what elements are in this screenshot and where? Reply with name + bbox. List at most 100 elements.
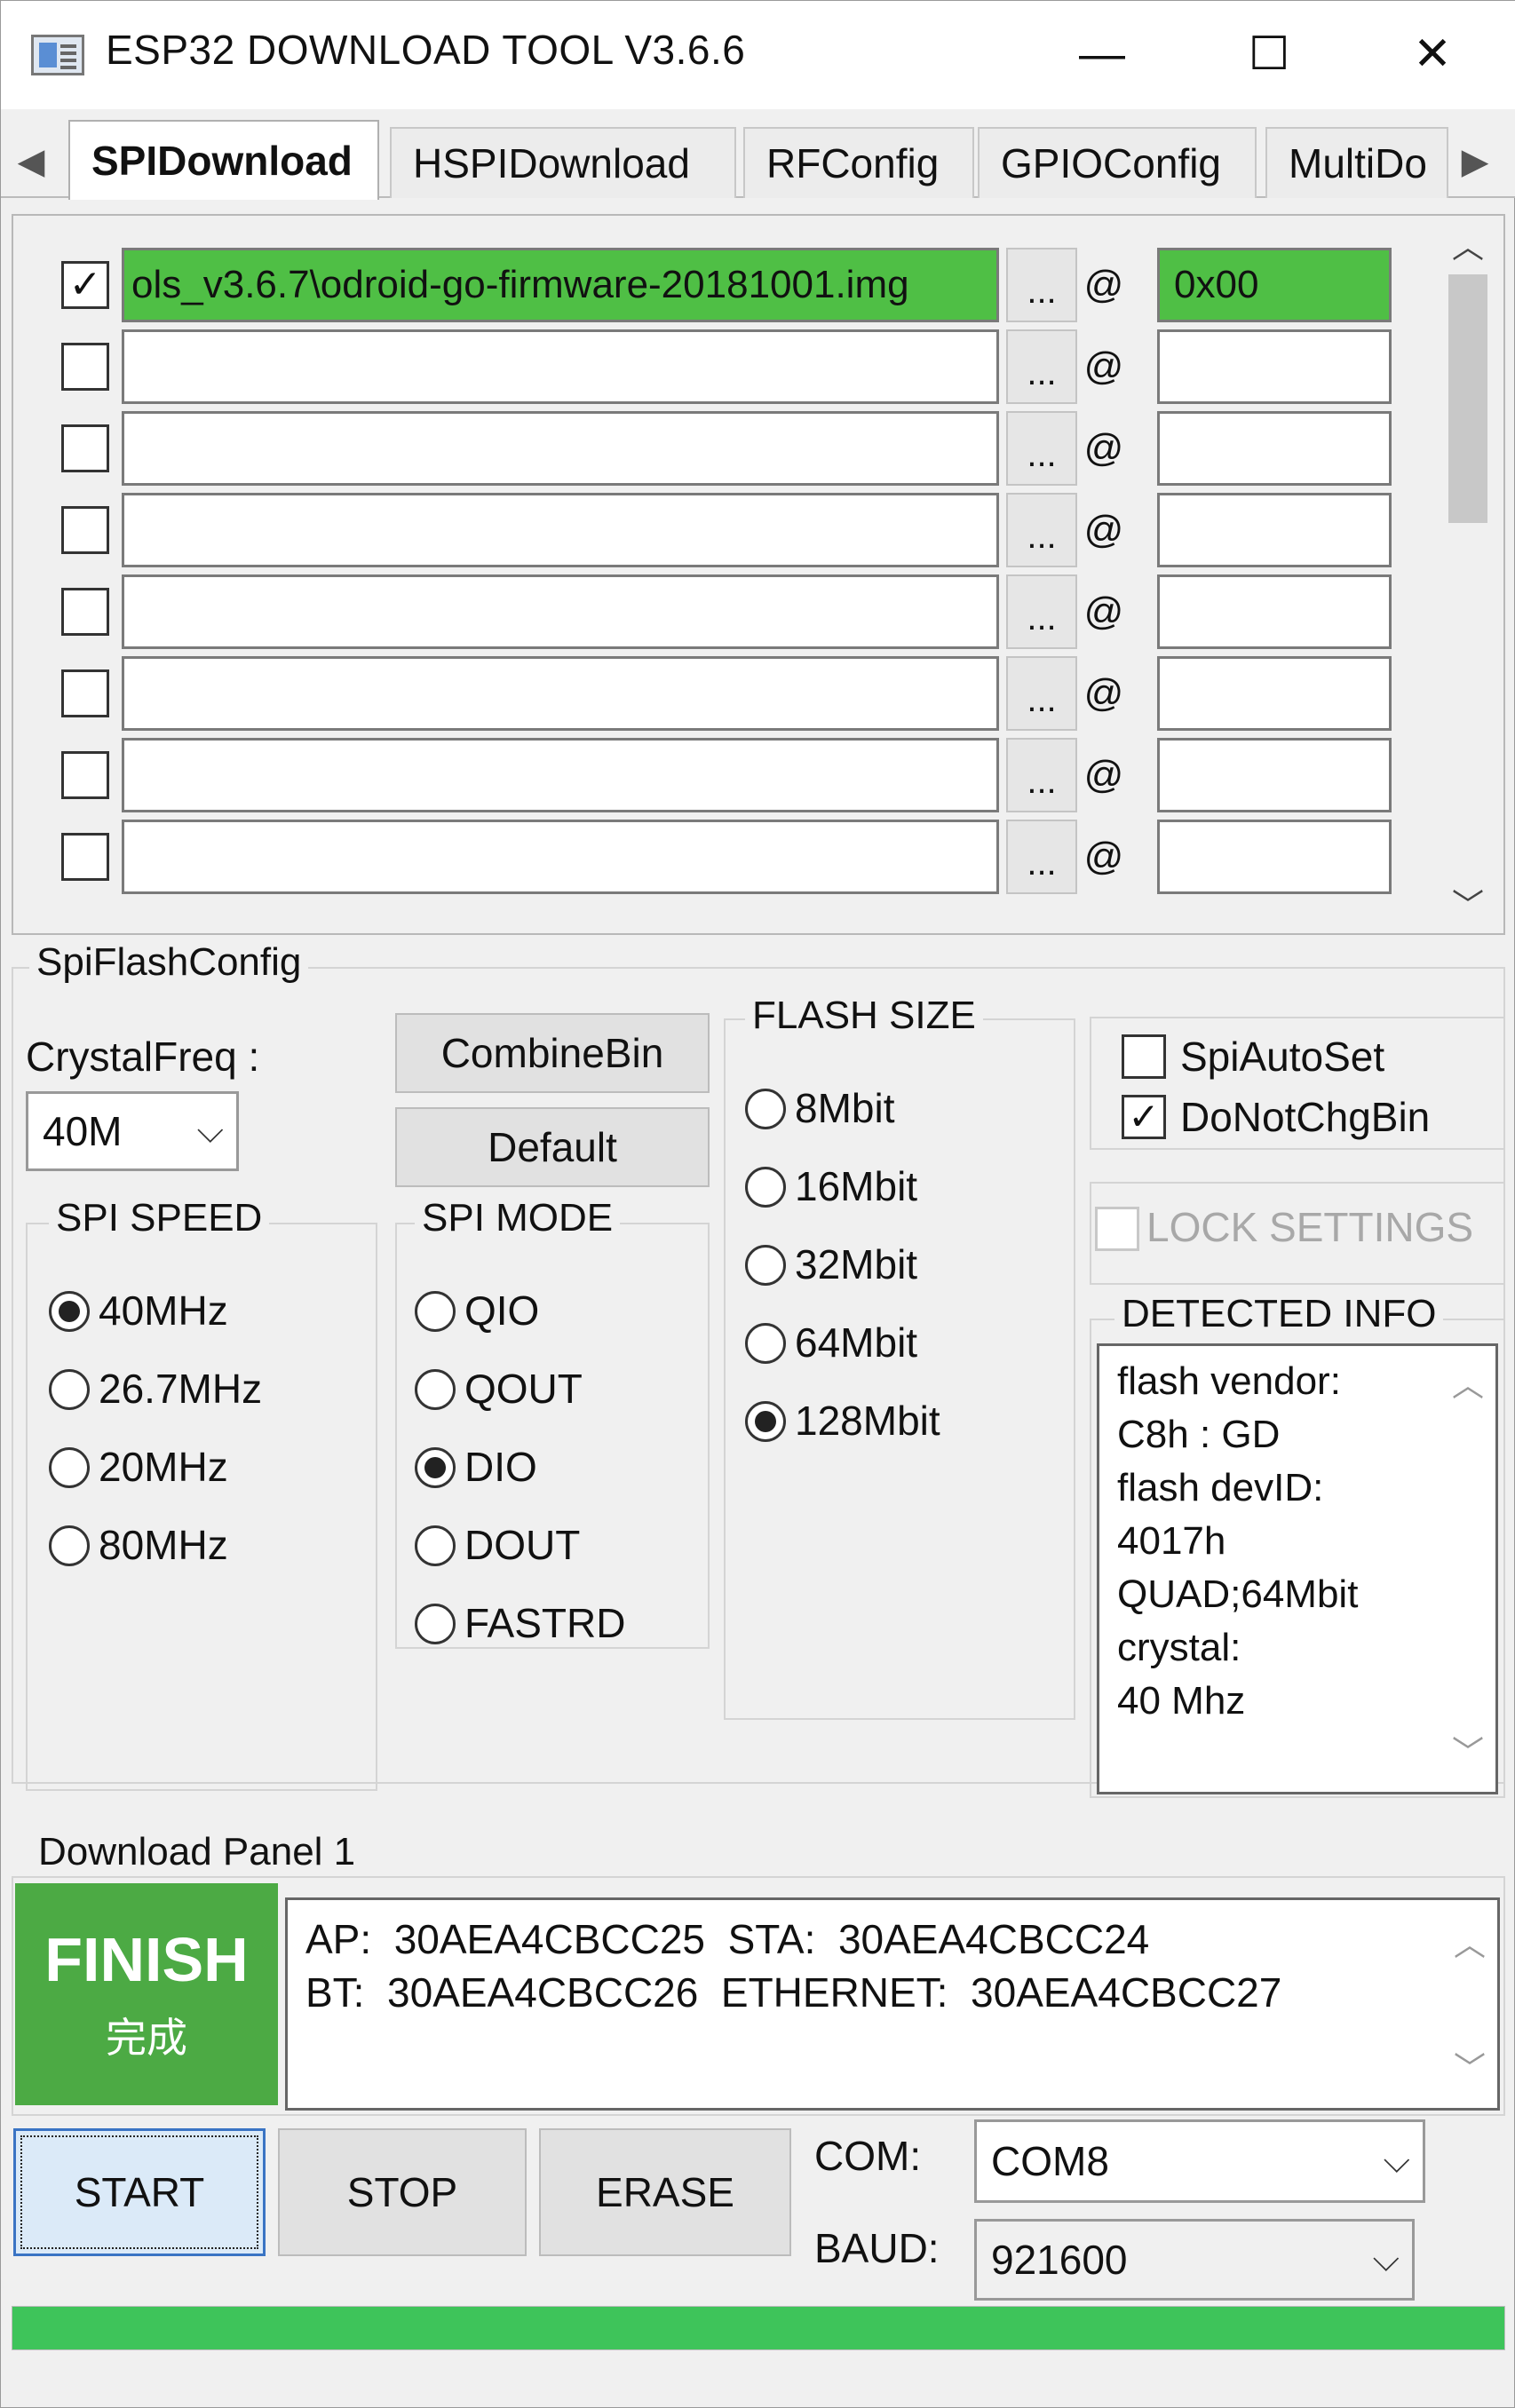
download-panel-label: Download Panel 1 [31,1830,363,1874]
spi-mode-radio[interactable] [415,1447,456,1488]
detected-info-line: 40 Mhz [1117,1679,1246,1723]
file-path-input[interactable] [122,574,999,649]
file-path-input[interactable]: ols_v3.6.7\odroid-go-firmware-20181001.i… [122,248,999,322]
flash-address-input[interactable]: 0x00 [1157,248,1392,322]
flash-size-radio[interactable] [745,1323,786,1364]
com-port-select[interactable]: COM8 ⌵ [974,2119,1425,2203]
flash-size-option-label: 32Mbit [795,1241,918,1287]
detected-info-textbox[interactable]: flash vendor: C8h : GD flash devID: 4017h QU… [1097,1343,1498,1794]
file-path-input[interactable] [122,329,999,404]
flash-address-input[interactable] [1157,656,1392,731]
flash-address-input[interactable] [1157,329,1392,404]
tab-hspidownload[interactable]: HSPIDownload [390,127,736,198]
file-path-input[interactable] [122,493,999,567]
flash-address-input[interactable] [1157,820,1392,894]
stop-button[interactable]: STOP [278,2128,527,2256]
tab-spidownload[interactable]: SPIDownload [68,120,379,200]
baud-rate-select[interactable]: 921600 ⌵ [974,2219,1415,2301]
at-label: @ [1083,508,1124,551]
scroll-down-icon[interactable]: ﹀ [1440,876,1496,930]
flash-size-radio[interactable] [745,1401,786,1442]
spi-mode-option-label: QOUT [464,1366,583,1412]
file-path-input[interactable] [122,411,999,486]
baud-label: BAUD: [814,2225,940,2271]
scroll-up-icon[interactable]: ︿ [1448,1918,1492,1971]
file-row-checkbox[interactable] [61,424,109,472]
check-icon: ✓ [1128,1096,1160,1137]
file-list-scrollbar[interactable]: ︿ ﹀ [1440,218,1496,930]
spi-mode-radio[interactable] [415,1369,456,1410]
chevron-down-icon: ⌵ [196,1111,224,1151]
close-icon[interactable]: ✕ [1379,19,1486,90]
erase-button[interactable]: ERASE [539,2128,791,2256]
spi-speed-radio[interactable] [49,1291,90,1332]
spi-mode-radio[interactable] [415,1604,456,1644]
file-row-checkbox[interactable] [61,343,109,391]
spi-auto-set-checkbox[interactable] [1122,1034,1166,1079]
scroll-down-icon[interactable]: ﹀ [1448,2042,1492,2095]
at-label: @ [1083,345,1124,388]
browse-button[interactable]: ... [1006,411,1077,486]
mac-address-textbox[interactable]: AP: 30AEA4CBCC25 STA: 30AEA4CBCC24 BT: 3… [285,1897,1500,2111]
file-row-checkbox[interactable]: ✓ [61,261,109,309]
browse-button[interactable]: ... [1006,493,1077,567]
detected-info-line: QUAD;64Mbit [1117,1572,1359,1616]
browse-button[interactable]: ... [1006,329,1077,404]
maximize-icon[interactable]: ☐ [1216,19,1322,90]
scroll-up-icon[interactable]: ︿ [1440,218,1496,271]
spi-mode-radio[interactable] [415,1525,456,1566]
flash-size-option-label: 64Mbit [795,1319,918,1366]
flash-address-input[interactable] [1157,493,1392,567]
spi-mode-option-label: DIO [464,1444,537,1490]
tab-gpioconfig[interactable]: GPIOConfig [978,127,1257,198]
status-text: FINISH [44,1925,249,1994]
flash-size-radio[interactable] [745,1245,786,1286]
status-subtext: 完成 [106,2014,187,2062]
tab-scroll-right-icon[interactable]: ▶ [1457,134,1493,189]
spi-mode-option-label: DOUT [464,1522,581,1568]
spi-speed-radio[interactable] [49,1369,90,1410]
browse-button[interactable]: ... [1006,656,1077,731]
default-button[interactable]: Default [395,1107,710,1187]
scroll-thumb[interactable] [1448,274,1487,523]
status-badge: FINISH 完成 [15,1883,278,2105]
start-button[interactable]: START [13,2128,266,2256]
spi-mode-radio[interactable] [415,1291,456,1332]
spi-speed-radio[interactable] [49,1525,90,1566]
flash-size-label: FLASH SIZE [745,994,983,1038]
spi-speed-option-label: 26.7MHz [99,1366,263,1412]
crystal-freq-select[interactable]: 40M ⌵ [26,1091,239,1171]
flash-size-radio[interactable] [745,1089,786,1129]
combine-bin-button[interactable]: CombineBin [395,1013,710,1093]
scroll-up-icon[interactable]: ︿ [1446,1358,1490,1412]
lock-settings-label: LOCK SETTINGS [1146,1204,1474,1250]
file-row-checkbox[interactable] [61,588,109,636]
tab-rfconfig[interactable]: RFConfig [743,127,974,198]
detected-info-line: flash vendor: [1117,1359,1341,1403]
detected-info-lines: flash vendor: C8h : GD flash devID: 4017h QU… [1117,1355,1478,1728]
file-row-checkbox[interactable] [61,669,109,717]
file-row-checkbox[interactable] [61,751,109,799]
window-title: ESP32 DOWNLOAD TOOL V3.6.6 [106,27,746,73]
flash-address-input[interactable] [1157,574,1392,649]
scroll-down-icon[interactable]: ﹀ [1446,1726,1490,1779]
flash-size-radio[interactable] [745,1167,786,1208]
file-row-checkbox[interactable] [61,506,109,554]
minimize-icon[interactable]: — [1049,19,1155,90]
spi-speed-radio[interactable] [49,1447,90,1488]
browse-button[interactable]: ... [1006,574,1077,649]
file-path-input[interactable] [122,820,999,894]
browse-button[interactable]: ... [1006,820,1077,894]
lock-settings-checkbox[interactable] [1095,1207,1139,1251]
browse-button[interactable]: ... [1006,248,1077,322]
flash-address-input[interactable] [1157,738,1392,812]
flash-address-input[interactable] [1157,411,1392,486]
tab-scroll-left-icon[interactable]: ◀ [13,134,49,189]
file-path-input[interactable] [122,738,999,812]
file-row-checkbox[interactable] [61,833,109,881]
browse-button[interactable]: ... [1006,738,1077,812]
do-not-chg-bin-checkbox[interactable]: ✓ [1122,1095,1166,1139]
file-path-input[interactable] [122,656,999,731]
tab-multidownload[interactable]: MultiDo [1265,127,1448,198]
progress-fill [12,2307,1504,2349]
